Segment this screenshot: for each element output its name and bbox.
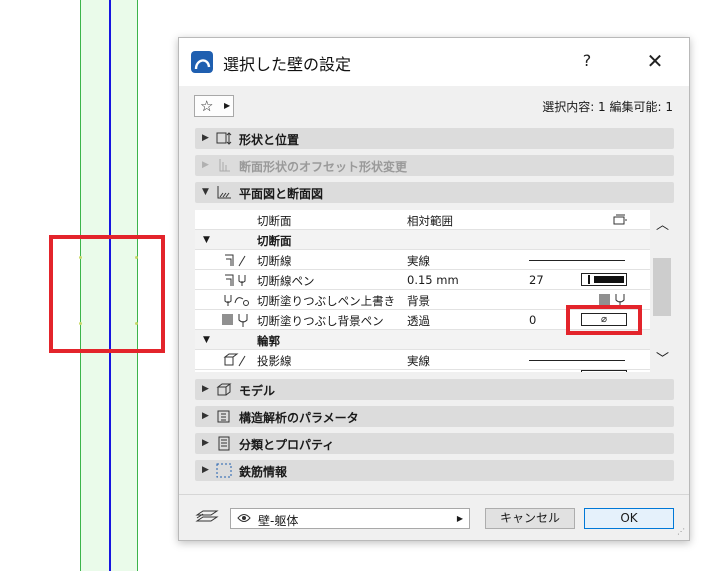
dialog-title: 選択した壁の設定: [223, 55, 352, 74]
section-label: モデル: [239, 384, 276, 398]
structural-icon: [217, 410, 230, 423]
section-label: 鉄筋情報: [239, 465, 288, 479]
model-icon: [216, 383, 232, 396]
collapse-arrow-icon: ▼: [203, 335, 210, 345]
prop-name: 切断塗りつぶしペン上書き: [257, 294, 396, 308]
wall-node: [79, 322, 82, 325]
chevron-down-icon[interactable]: ﹀: [656, 348, 669, 367]
wall-highlight-box: [49, 235, 165, 353]
subgroup-label: 切断面: [257, 234, 292, 248]
pen-fill: [594, 276, 624, 283]
eye-icon: [237, 514, 251, 522]
table-row[interactable]: 切断線ペン 0.15 mm 27: [195, 270, 650, 290]
close-button[interactable]: ✕: [641, 48, 669, 74]
prop-name: 切断線ペン: [257, 274, 315, 288]
expand-arrow-icon: ▶: [202, 465, 209, 475]
section-profile-offset: ▶ 断面形状のオフセット形状変更: [195, 155, 674, 176]
expand-arrow-icon: ▶: [202, 438, 209, 448]
expand-arrow-icon: ▶: [202, 160, 209, 170]
scroll-thumb[interactable]: [653, 258, 671, 316]
chevron-up-icon[interactable]: ︿: [656, 214, 669, 233]
wall-node: [135, 256, 138, 259]
focus-highlight-box: [566, 305, 642, 335]
layer-name: 壁-躯体: [258, 514, 299, 528]
wall-node: [79, 256, 82, 259]
selection-info: 選択内容: 1 編集可能: 1: [542, 100, 673, 114]
pen-weight-sample[interactable]: [581, 273, 627, 286]
shape-position-icon: [216, 132, 232, 145]
prop-name: 投影線: [257, 354, 292, 368]
layer-dropdown[interactable]: 壁-躯体 ▶: [230, 508, 470, 529]
collapse-arrow-icon: ▼: [202, 187, 209, 197]
titlebar: 選択した壁の設定 ? ✕: [179, 38, 689, 86]
pen-number: 27: [529, 273, 544, 287]
help-button[interactable]: ?: [575, 48, 599, 74]
line-type-sample: [529, 360, 625, 361]
section-classification[interactable]: ▶ 分類とプロパティ: [195, 433, 674, 454]
collapse-arrow-icon: ▼: [203, 235, 210, 245]
table-row[interactable]: 切断線 実線: [195, 250, 650, 270]
prop-name: 切断面: [257, 214, 292, 228]
subgroup-label: 輪郭: [257, 334, 280, 348]
table-row[interactable]: 投影線 実線: [195, 350, 650, 370]
line-type-sample: [529, 260, 625, 261]
cut-plane-settings-icon[interactable]: [613, 213, 627, 227]
section-plan-section[interactable]: ▼ 平面図と断面図: [195, 182, 674, 203]
section-label: 断面形状のオフセット形状変更: [239, 160, 408, 174]
section-model[interactable]: ▶ モデル: [195, 379, 674, 400]
prop-value: 0.15 mm: [407, 273, 459, 287]
arrow-right-icon: ▶: [456, 514, 463, 523]
section-label: 構造解析のパラメータ: [239, 411, 359, 425]
resize-grip-icon[interactable]: ⋰: [677, 527, 685, 536]
table-row[interactable]: 切断面 相対範囲: [195, 210, 650, 230]
fill-pen-override-icon: [224, 295, 249, 306]
star-icon: ☆: [200, 97, 214, 115]
pen-tick: [588, 275, 590, 284]
pen-number: 0: [529, 313, 537, 327]
cut-line-pen-icon: [225, 274, 246, 286]
favorites-button[interactable]: ☆ ▶: [194, 95, 234, 117]
pen-color-swatch[interactable]: [599, 294, 610, 305]
fill-color-swatch: [222, 314, 233, 325]
section-label: 分類とプロパティ: [239, 438, 335, 452]
classification-icon: [218, 436, 230, 451]
prop-name: 切断線: [257, 254, 292, 268]
table-subheader[interactable]: ▼ 切断面: [195, 230, 650, 250]
cancel-button[interactable]: キャンセル: [485, 508, 575, 529]
footer-divider: [179, 494, 689, 495]
prop-value: 実線: [407, 254, 430, 268]
grid-scrollbar[interactable]: ︿ ﹀: [650, 210, 674, 372]
arrow-right-icon: ▶: [224, 101, 231, 110]
pen-sample-partial: [581, 370, 627, 372]
ok-button[interactable]: OK: [584, 508, 674, 529]
archicad-app-icon: [191, 51, 213, 73]
section-label: 平面図と断面図: [239, 187, 324, 201]
projection-line-icon: [223, 353, 246, 367]
prop-value: 実線: [407, 354, 430, 368]
section-label: 形状と位置: [239, 133, 300, 147]
section-structural[interactable]: ▶ 構造解析のパラメータ: [195, 406, 674, 427]
expand-arrow-icon: ▶: [202, 411, 209, 421]
prop-value: 相対範囲: [407, 214, 453, 228]
prop-value: 透過: [407, 314, 430, 328]
section-shape-position[interactable]: ▶ 形状と位置: [195, 128, 674, 149]
pen-icon: [238, 314, 248, 327]
section-rebar[interactable]: ▶ 鉄筋情報: [195, 460, 674, 481]
cut-line-icon: [225, 254, 246, 267]
plan-section-icon: [217, 186, 231, 199]
prop-name: 切断塗りつぶし背景ペン: [257, 314, 384, 328]
wall-settings-dialog: 選択した壁の設定 ? ✕ ☆ ▶ 選択内容: 1 編集可能: 1 ▶ 形状と位置…: [178, 37, 690, 541]
expand-arrow-icon: ▶: [202, 133, 209, 143]
expand-arrow-icon: ▶: [202, 384, 209, 394]
layer-icon: [195, 510, 219, 522]
property-grid: 切断面 相対範囲 ▼ 切断面 切断線 実線 切断線ペン 0.15 mm 27 切…: [195, 210, 650, 372]
profile-offset-icon: [219, 159, 230, 172]
table-row-partial[interactable]: [195, 370, 650, 372]
wall-node: [135, 322, 138, 325]
prop-value: 背景: [407, 294, 430, 308]
rebar-icon: [216, 463, 232, 478]
